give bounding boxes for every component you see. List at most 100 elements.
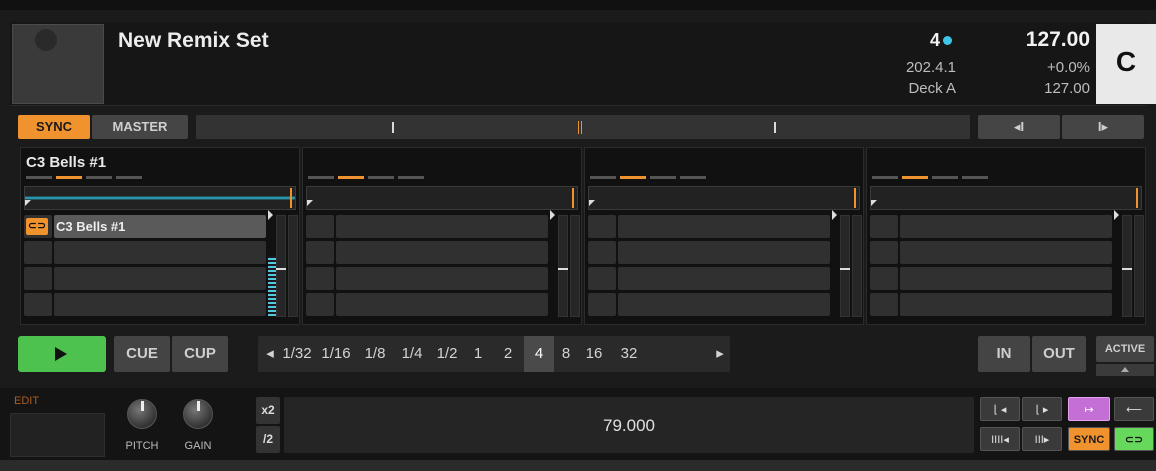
phase-marker: [578, 121, 582, 134]
slot-waveform[interactable]: [306, 186, 578, 210]
sample-cell[interactable]: [618, 293, 830, 316]
loop-out-button[interactable]: OUT: [1032, 336, 1086, 372]
beatjump-size-4[interactable]: 1/4: [395, 336, 429, 372]
slot-end-marker: [854, 188, 856, 208]
play-icon: [55, 347, 67, 361]
edit-label[interactable]: EDIT: [14, 395, 39, 407]
active-expand-button[interactable]: [1096, 364, 1154, 376]
sample-cell[interactable]: [54, 267, 266, 290]
sample-cell[interactable]: [336, 241, 548, 264]
slot-waveform[interactable]: [588, 186, 860, 210]
return-icon[interactable]: ⟵: [1114, 397, 1154, 421]
slot-level-segment: [338, 176, 364, 179]
slot-play-icon[interactable]: [550, 210, 555, 220]
slot-waveform[interactable]: [24, 186, 296, 210]
cell-trigger[interactable]: [870, 293, 898, 316]
cup-button[interactable]: CUP: [172, 336, 228, 372]
phase-meter: [196, 115, 970, 139]
slot-filter-fader[interactable]: [288, 215, 298, 317]
slot-end-marker: [572, 188, 574, 208]
cell-trigger[interactable]: [588, 293, 616, 316]
cell-trigger[interactable]: [588, 215, 616, 238]
slot-filter-fader[interactable]: [1134, 215, 1144, 317]
slot-volume-fader[interactable]: [1122, 215, 1132, 317]
beatjump-size-11[interactable]: 32: [612, 336, 646, 372]
cover-art[interactable]: [12, 24, 104, 104]
loop-icon[interactable]: ⊂⊃: [1114, 427, 1154, 451]
beatgrid-expand-button[interactable]: III▸: [1022, 427, 1062, 451]
beatjump-size-3[interactable]: 1/8: [358, 336, 392, 372]
beatjump-size-10[interactable]: 16: [580, 336, 608, 372]
beatjump-size-2[interactable]: 1/16: [318, 336, 354, 372]
beatgrid-compress-button[interactable]: IIII◂: [980, 427, 1020, 451]
nudge-right-button[interactable]: I▸: [1062, 115, 1144, 139]
slot-level-segment: [902, 176, 928, 179]
slot-play-icon[interactable]: [268, 210, 273, 220]
beatjump-size-9[interactable]: 8: [554, 336, 578, 372]
cover-placeholder-icon: [35, 29, 57, 51]
beatjump-size-7[interactable]: 2: [494, 336, 522, 372]
beatjump-prev-icon[interactable]: ◂: [262, 336, 278, 372]
sample-cell[interactable]: [900, 215, 1112, 238]
sample-cell[interactable]: [618, 267, 830, 290]
master-button[interactable]: MASTER: [92, 115, 188, 139]
halve-button[interactable]: /2: [256, 426, 280, 453]
slot-filter-fader[interactable]: [852, 215, 862, 317]
beatjump-size-8[interactable]: 4: [524, 336, 554, 372]
slot-play-icon[interactable]: [832, 210, 837, 220]
slot-waveform[interactable]: [870, 186, 1142, 210]
sample-cell[interactable]: [618, 215, 830, 238]
active-button[interactable]: ACTIVE: [1096, 336, 1154, 362]
deck-letter: C: [1115, 46, 1137, 77]
beatjump-size-1[interactable]: 1/32: [280, 336, 314, 372]
cell-trigger[interactable]: [306, 241, 334, 264]
beatjump-size-6[interactable]: 1: [466, 336, 490, 372]
sample-cell[interactable]: [900, 241, 1112, 264]
cell-trigger[interactable]: [24, 293, 52, 316]
sample-cell[interactable]: [618, 241, 830, 264]
beatjump-size-5[interactable]: 1/2: [431, 336, 463, 372]
sample-cell[interactable]: [54, 241, 266, 264]
cell-trigger[interactable]: [24, 267, 52, 290]
slot-start-marker: [25, 200, 31, 206]
slot-volume-fader[interactable]: [276, 215, 286, 317]
grid-right-button[interactable]: ⌊ ▸: [1022, 397, 1062, 421]
nudge-left-button[interactable]: ◂I: [978, 115, 1060, 139]
slot-level-segment: [872, 176, 898, 179]
cue-button[interactable]: CUE: [114, 336, 170, 372]
cell-trigger[interactable]: [306, 293, 334, 316]
cell-trigger[interactable]: [870, 241, 898, 264]
cell-trigger[interactable]: [306, 267, 334, 290]
bpm-readout: 127.00: [1025, 28, 1090, 51]
cell-trigger[interactable]: [24, 241, 52, 264]
sample-cell[interactable]: [900, 267, 1112, 290]
sample-cell[interactable]: [336, 267, 548, 290]
small-sync-button[interactable]: SYNC: [1068, 427, 1110, 451]
sample-cell[interactable]: [336, 293, 548, 316]
cell-trigger[interactable]: [870, 267, 898, 290]
sample-cell[interactable]: C3 Bells #1: [54, 215, 266, 238]
sample-cell[interactable]: [336, 215, 548, 238]
sync-button[interactable]: SYNC: [18, 115, 90, 139]
gain-label: GAIN: [184, 440, 212, 452]
slot-level-segment: [26, 176, 52, 179]
loop-in-button[interactable]: IN: [978, 336, 1030, 372]
gain-knob-indicator: [197, 401, 200, 411]
slot-level-segment: [56, 176, 82, 179]
sample-cell[interactable]: [54, 293, 266, 316]
cell-trigger[interactable]: [306, 215, 334, 238]
cell-trigger[interactable]: [588, 241, 616, 264]
slot-volume-fader[interactable]: [558, 215, 568, 317]
double-button[interactable]: x2: [256, 397, 280, 424]
beatjump-next-icon[interactable]: ▸: [712, 336, 728, 372]
sample-cell[interactable]: [900, 293, 1112, 316]
slot-volume-fader[interactable]: [840, 215, 850, 317]
slot-play-icon[interactable]: [1114, 210, 1119, 220]
slot-level-meter: [268, 256, 276, 316]
cell-trigger[interactable]: [870, 215, 898, 238]
grid-left-button[interactable]: ⌊ ◂: [980, 397, 1020, 421]
loop-to-end-icon[interactable]: ↦: [1068, 397, 1110, 421]
slot-filter-fader[interactable]: [570, 215, 580, 317]
edit-area[interactable]: [10, 413, 105, 457]
cell-trigger[interactable]: [588, 267, 616, 290]
